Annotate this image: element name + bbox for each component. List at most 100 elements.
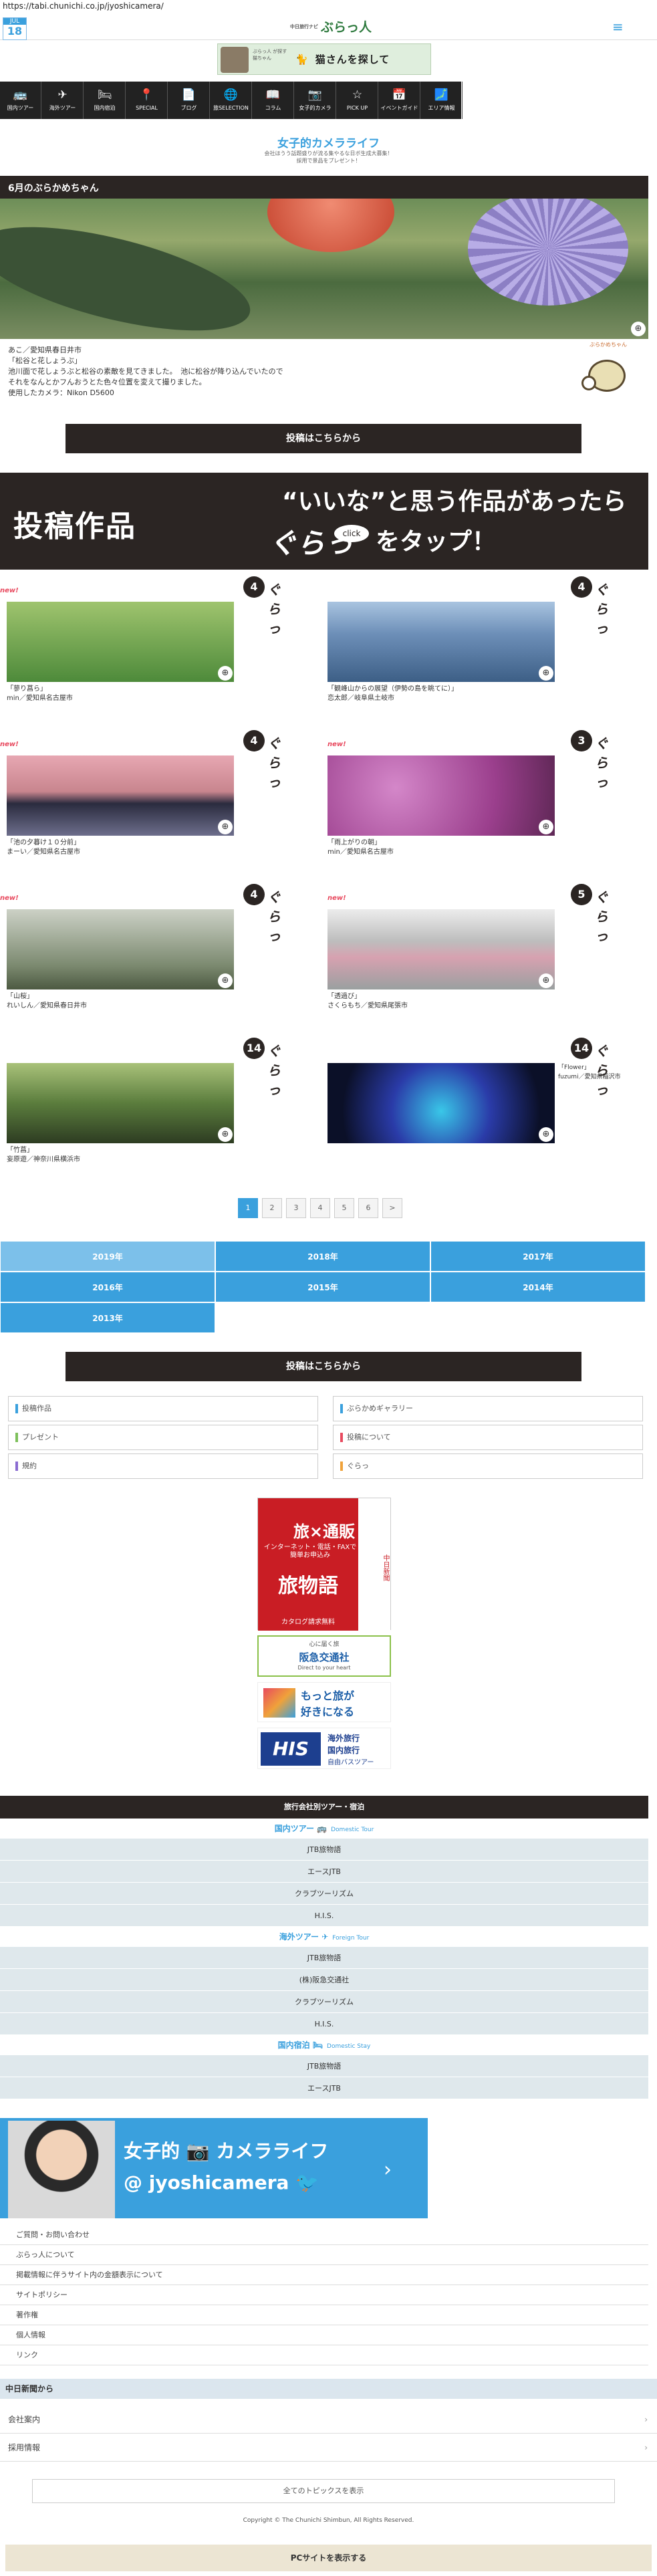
category-link[interactable]: 規約 (8, 1453, 318, 1479)
club-tourism-ad[interactable]: もっと旅が 好きになる (257, 1682, 391, 1722)
entry-photo[interactable]: ⊕ (327, 755, 555, 836)
gura-button[interactable]: ぐらっ (267, 733, 281, 791)
entry-photo[interactable]: ⊕ (327, 602, 555, 682)
pc-site-button[interactable]: PCサイトを表示する (5, 2545, 652, 2571)
nav-item-9[interactable]: 📅 イベントガイド (379, 82, 420, 119)
post-button[interactable]: 投稿はこちらから (65, 424, 581, 453)
tour-row[interactable]: クラブツーリズム (0, 1883, 648, 1905)
bus-icon: 🚌 (317, 1824, 327, 1833)
page-button[interactable]: 4 (310, 1198, 330, 1218)
footer-link[interactable]: 掲載情報に伴うサイト内の金額表示について (0, 2265, 648, 2285)
tour-row[interactable]: H.I.S. (0, 2013, 648, 2035)
tour-row[interactable]: JTB旅物語 (0, 1839, 648, 1861)
entry-caption: 「山桜」 れいしん／愛知県春日井市 (7, 993, 87, 1010)
category-link[interactable]: 投稿作品 (8, 1396, 318, 1421)
year-tab[interactable]: 2015年 (215, 1272, 430, 1302)
nav-item-1[interactable]: ✈ 海外ツアー (42, 82, 84, 119)
jtb-ad[interactable]: 中日新聞 旅×通販 インターネット・電話・FAXで簡単お申込み 旅物語 カタログ… (257, 1498, 391, 1631)
gura-button[interactable]: ぐらっ (267, 887, 281, 945)
page-button[interactable]: 6 (358, 1198, 378, 1218)
post-button-2[interactable]: 投稿はこちらから (65, 1352, 581, 1381)
his-ad[interactable]: HIS 海外旅行 国内旅行 自由バスツアー (257, 1728, 391, 1769)
category-link[interactable]: プレゼント (8, 1425, 318, 1450)
next-page-button[interactable]: > (382, 1198, 402, 1218)
camera-life-twitter-banner[interactable]: 女子的 📷 カメラライフ @ jyoshicamera 🐦 › (0, 2118, 428, 2218)
tour-row[interactable]: エースJTB (0, 1861, 648, 1883)
tour-row[interactable]: JTB旅物語 (0, 1947, 648, 1969)
banner-left-text: 投稿作品 (13, 509, 136, 544)
like-count: 5 (571, 884, 592, 905)
hamburger-menu-icon[interactable]: ≡ (612, 20, 627, 33)
nav-item-10[interactable]: 🗾 エリア情報 (421, 82, 463, 119)
category-link[interactable]: ぶらかめギャラリー (333, 1396, 643, 1421)
page-button[interactable]: 1 (238, 1198, 258, 1218)
entry-photo[interactable]: ⊕ (7, 602, 234, 682)
site-logo[interactable]: 中日旅行ナビ ぶらっ人 (274, 17, 388, 36)
copyright: Copyright © The Chunichi Shimbun, All Ri… (243, 2517, 414, 2524)
cat-search-banner[interactable]: ぶらっ人 が探す 猫ちゃん 🐈 猫さんを探して (217, 43, 431, 75)
zoom-icon[interactable]: ⊕ (218, 973, 233, 988)
all-topics-button[interactable]: 全てのトピックスを表示 (32, 2479, 615, 2503)
new-badge: new! (0, 587, 19, 594)
gura-button[interactable]: ぐらっ (595, 579, 608, 637)
year-tab[interactable]: 2018年 (215, 1241, 430, 1272)
featured-photo[interactable]: ⊕ (0, 199, 648, 339)
page-button[interactable]: 5 (334, 1198, 354, 1218)
gura-button[interactable]: ぐらっ (267, 579, 281, 637)
gura-button[interactable]: ぐらっ (267, 1040, 281, 1098)
nav-item-2[interactable]: 🛏 国内宿泊 (84, 82, 126, 119)
hankyu-name: 阪急交通社 (299, 1651, 350, 1663)
tour-row[interactable]: クラブツーリズム (0, 1991, 648, 2013)
footer-link[interactable]: リンク (0, 2345, 648, 2365)
nav-item-0[interactable]: 🚌 国内ツアー (0, 82, 41, 119)
hankyu-ad[interactable]: 心に届く旅 阪急交通社 Direct to your heart (257, 1635, 391, 1677)
entry-photo[interactable]: ⊕ (7, 755, 234, 836)
zoom-icon[interactable]: ⊕ (218, 666, 233, 681)
camban-handle: @ jyoshicamera 🐦 (124, 2172, 319, 2194)
category-link[interactable]: 投稿について (333, 1425, 643, 1450)
year-tab[interactable]: 2013年 (0, 1302, 215, 1333)
entry-photo[interactable]: ⊕ (7, 1063, 234, 1143)
year-tab[interactable]: 2019年 (0, 1241, 215, 1272)
zoom-icon[interactable]: ⊕ (631, 322, 646, 336)
mascot-label: ぶらかめちゃん (589, 342, 627, 348)
year-tab[interactable]: 2016年 (0, 1272, 215, 1302)
footer-link[interactable]: 著作権 (0, 2305, 648, 2325)
nav-item-8[interactable]: ☆ PICK UP (337, 82, 378, 119)
zoom-icon[interactable]: ⊕ (539, 973, 553, 988)
footer-link[interactable]: ご質問・お問い合わせ (0, 2225, 648, 2245)
tour-row[interactable]: H.I.S. (0, 1905, 648, 1927)
entry-photo[interactable]: ⊕ (327, 909, 555, 989)
zoom-icon[interactable]: ⊕ (218, 1127, 233, 1142)
zoom-icon[interactable]: ⊕ (218, 820, 233, 834)
tour-row[interactable]: エースJTB (0, 2077, 648, 2099)
tour-category-en: Foreign Tour (332, 1935, 370, 1942)
nav-item-3[interactable]: 📍 SPECIAL (126, 82, 168, 119)
globe-icon: 🌐 (223, 88, 239, 102)
entry-photo[interactable]: ⊕ (7, 909, 234, 989)
nav-item-7[interactable]: 📷 女子的カメラ (295, 82, 336, 119)
nav-item-4[interactable]: 📄 ブログ (168, 82, 210, 119)
tour-row[interactable]: JTB旅物語 (0, 2055, 648, 2077)
featured-caption: あこ／愛知県春日井市 「松谷と花しょうぶ」 池川面で花しょうぶと松谷の素敵を見てきま… (8, 345, 409, 398)
footer-link[interactable]: 個人情報 (0, 2325, 648, 2345)
gura-button[interactable]: ぐらっ (595, 733, 608, 791)
zoom-icon[interactable]: ⊕ (539, 820, 553, 834)
footer-link[interactable]: ぶらっ人について (0, 2245, 648, 2265)
category-link[interactable]: ぐらっ (333, 1453, 643, 1479)
address-bar[interactable]: https://tabi.chunichi.co.jp/jyoshicamera… (0, 0, 657, 13)
year-tab[interactable]: 2017年 (430, 1241, 646, 1272)
footer-link[interactable]: サイトポリシー (0, 2285, 648, 2305)
year-tab[interactable]: 2014年 (430, 1272, 646, 1302)
chunichi-link[interactable]: 会社案内 › (0, 2406, 657, 2434)
chunichi-link[interactable]: 採用情報 › (0, 2434, 657, 2462)
gura-button[interactable]: ぐらっ (595, 887, 608, 945)
entry-photo[interactable]: ⊕ (327, 1063, 555, 1143)
page-button[interactable]: 2 (262, 1198, 282, 1218)
tour-row[interactable]: (株)阪急交通社 (0, 1969, 648, 1991)
zoom-icon[interactable]: ⊕ (539, 1127, 553, 1142)
nav-item-6[interactable]: 📖 コラム (253, 82, 294, 119)
nav-item-5[interactable]: 🌐 旅SELECTION (211, 82, 252, 119)
zoom-icon[interactable]: ⊕ (539, 666, 553, 681)
page-button[interactable]: 3 (286, 1198, 306, 1218)
